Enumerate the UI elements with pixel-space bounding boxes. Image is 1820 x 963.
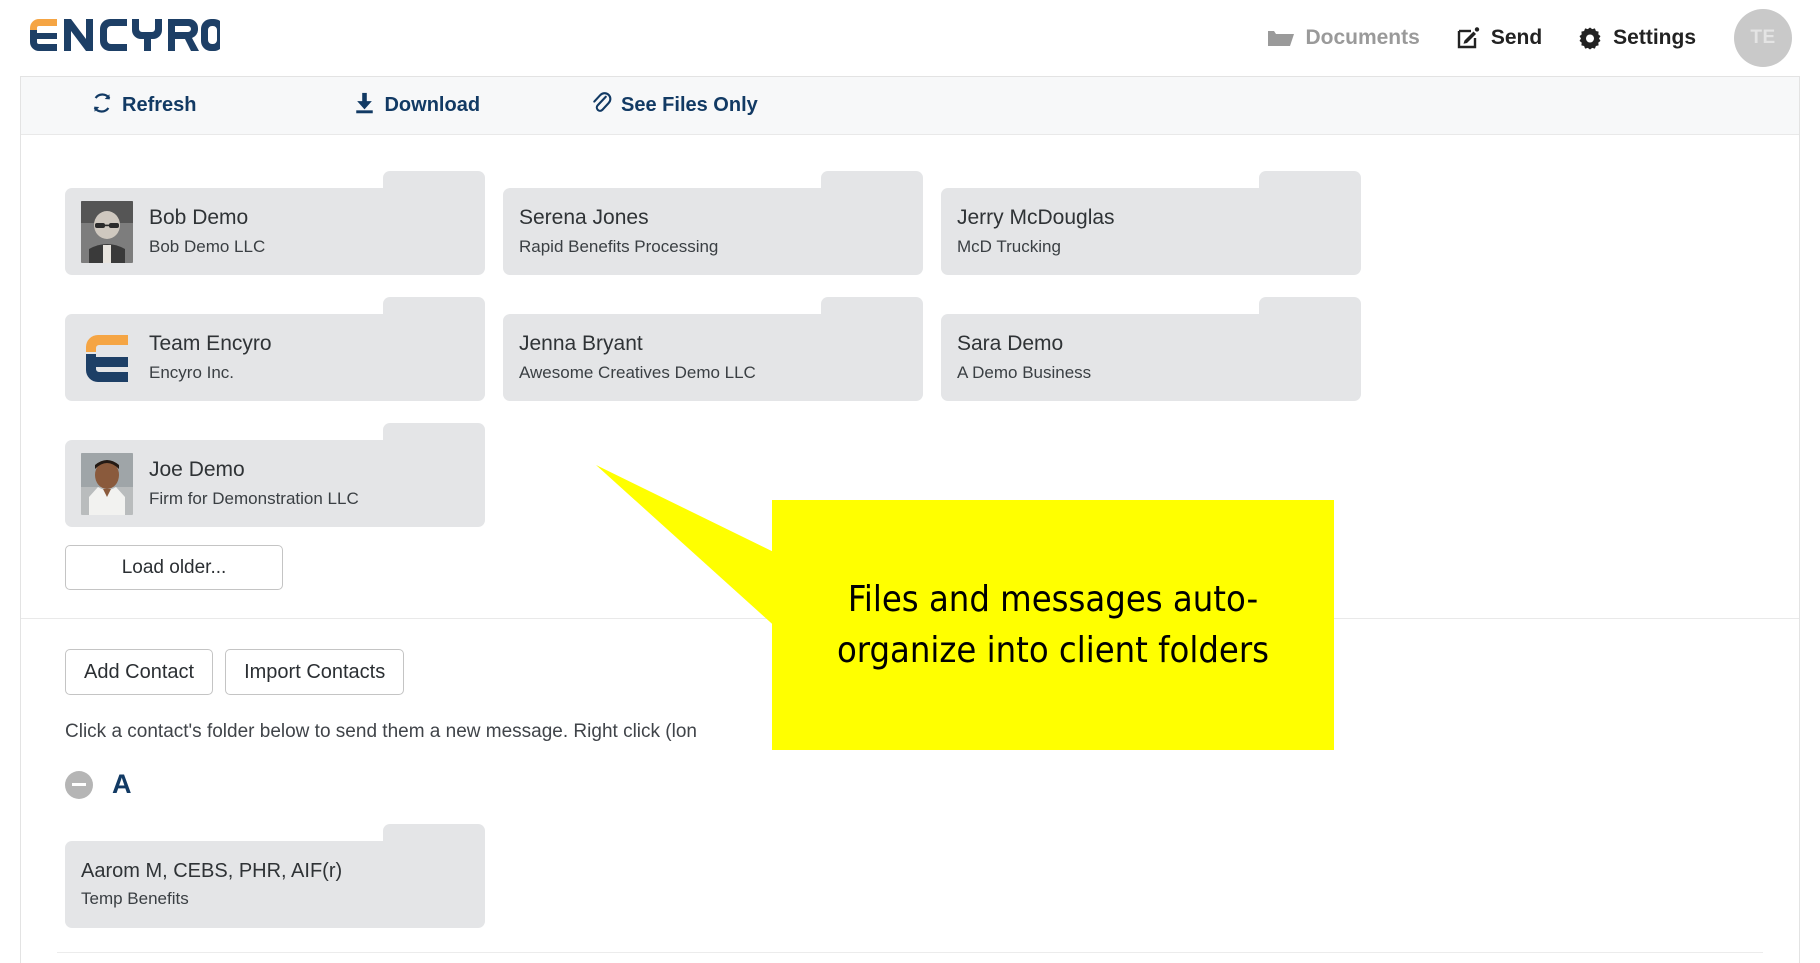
folder-card-slot: Aarom M, CEBS, PHR, AIF(r) Temp Benefits [65, 824, 503, 928]
folder-text: Serena Jones Rapid Benefits Processing [519, 203, 718, 260]
contact-folder[interactable]: Jenna Bryant Awesome Creatives Demo LLC [503, 297, 923, 401]
folder-text: Aarom M, CEBS, PHR, AIF(r) Temp Benefits [81, 857, 342, 912]
encyro-logo[interactable] [28, 17, 220, 51]
import-contacts-button[interactable]: Import Contacts [225, 649, 405, 695]
folder-text: Jenna Bryant Awesome Creatives Demo LLC [519, 329, 756, 386]
see-files-only-label: See Files Only [621, 94, 758, 116]
nav-documents-label: Documents [1305, 26, 1420, 49]
contact-org: Awesome Creatives Demo LLC [519, 362, 756, 382]
gear-icon [1578, 26, 1602, 50]
contact-folder[interactable]: Bob Demo Bob Demo LLC [65, 171, 485, 275]
contact-folder[interactable]: Joe Demo Firm for Demonstration LLC [65, 423, 485, 527]
folder-text: Jerry McDouglas McD Trucking [957, 203, 1115, 260]
contact-org: Bob Demo LLC [149, 236, 266, 256]
contact-org: Encyro Inc. [149, 362, 235, 382]
download-label: Download [384, 94, 481, 116]
contact-org: McD Trucking [957, 236, 1061, 256]
folder-body: Team Encyro Encyro Inc. [65, 314, 485, 401]
minus-circle-icon[interactable] [65, 770, 93, 799]
encyro-mark-icon [81, 330, 133, 386]
folder-body: Jenna Bryant Awesome Creatives Demo LLC [503, 314, 923, 401]
nav-documents[interactable]: Documents [1250, 26, 1437, 50]
contact-photo [81, 200, 133, 263]
folder-text: Team Encyro Encyro Inc. [149, 329, 272, 386]
nav-settings[interactable]: Settings [1560, 26, 1714, 50]
contact-org: Temp Benefits [81, 888, 189, 908]
folder-body: Bob Demo Bob Demo LLC [65, 188, 485, 275]
contact-folder[interactable]: Jerry McDouglas McD Trucking [941, 171, 1361, 275]
folder-text: Bob Demo Bob Demo LLC [149, 203, 265, 260]
contact-name: Sara Demo [957, 332, 1064, 356]
compose-icon [1456, 26, 1480, 50]
add-contact-button[interactable]: Add Contact [65, 649, 214, 695]
contact-name: Team Encyro [149, 332, 272, 356]
avatar[interactable]: TE [1734, 9, 1792, 67]
folder-card-slot: Team Encyro Encyro Inc. [65, 297, 503, 401]
contact-photo [81, 452, 133, 515]
contact-org: A Demo Business [957, 362, 1092, 382]
folder-text: Joe Demo Firm for Demonstration LLC [149, 455, 359, 512]
contact-folder[interactable]: Aarom M, CEBS, PHR, AIF(r) Temp Benefits [65, 824, 485, 928]
contact-name: Serena Jones [519, 206, 649, 230]
nav-send-label: Send [1490, 26, 1543, 49]
folder-card-slot: Jenna Bryant Awesome Creatives Demo LLC [503, 297, 941, 401]
load-older-button[interactable]: Load older... [65, 545, 283, 590]
folder-body: Aarom M, CEBS, PHR, AIF(r) Temp Benefits [65, 841, 485, 928]
folder-card-slot: Jerry McDouglas McD Trucking [941, 171, 1379, 275]
folder-card-slot: Serena Jones Rapid Benefits Processing [503, 171, 941, 275]
folder-card-slot: Joe Demo Firm for Demonstration LLC [65, 423, 503, 527]
contact-org: Firm for Demonstration LLC [149, 488, 359, 508]
alpha-section-header: A [21, 743, 1799, 800]
paperclip-icon [590, 91, 612, 120]
download-icon [354, 92, 375, 120]
refresh-icon [91, 92, 113, 120]
download-button[interactable]: Download [354, 92, 480, 120]
contact-name: Bob Demo [149, 206, 249, 230]
annotation-callout: Files and messages auto-organize into cl… [772, 500, 1334, 750]
nav-send[interactable]: Send [1438, 26, 1560, 50]
see-files-only-button[interactable]: See Files Only [590, 91, 758, 120]
bottom-divider [57, 952, 1763, 953]
folder-card-slot: Sara Demo A Demo Business [941, 297, 1379, 401]
header-nav: Documents Send Settings TE [1250, 0, 1820, 76]
contact-name: Aarom M, CEBS, PHR, AIF(r) [81, 859, 343, 882]
folder-body: Jerry McDouglas McD Trucking [941, 188, 1361, 275]
recent-folder-grid: Bob Demo Bob Demo LLC Serena Jones Rapid… [21, 135, 1799, 549]
documents-toolbar: Refresh Download See Files Only [21, 77, 1799, 135]
contact-name: Jerry McDouglas [957, 206, 1115, 230]
folder-body: Joe Demo Firm for Demonstration LLC [65, 440, 485, 527]
contact-folder[interactable]: Team Encyro Encyro Inc. [65, 297, 485, 401]
app-header: Documents Send Settings TE [0, 0, 1820, 76]
folder-body: Serena Jones Rapid Benefits Processing [503, 188, 923, 275]
contact-folder[interactable]: Serena Jones Rapid Benefits Processing [503, 171, 923, 275]
contact-org: Rapid Benefits Processing [519, 236, 719, 256]
folder-icon [1268, 28, 1295, 48]
contact-name: Jenna Bryant [519, 332, 643, 356]
refresh-button[interactable]: Refresh [91, 92, 196, 120]
folder-text: Sara Demo A Demo Business [957, 329, 1091, 386]
annotation-text: Files and messages auto-organize into cl… [836, 578, 1270, 671]
contact-name: Joe Demo [149, 458, 245, 482]
avatar-initials: TE [1750, 27, 1776, 48]
alpha-letter: A [112, 769, 132, 799]
alpha-folder-grid: Aarom M, CEBS, PHR, AIF(r) Temp Benefits [21, 800, 1799, 950]
folder-card-slot: Bob Demo Bob Demo LLC [65, 171, 503, 275]
refresh-label: Refresh [122, 94, 197, 116]
contact-folder[interactable]: Sara Demo A Demo Business [941, 297, 1361, 401]
nav-settings-label: Settings [1613, 26, 1696, 49]
folder-body: Sara Demo A Demo Business [941, 314, 1361, 401]
